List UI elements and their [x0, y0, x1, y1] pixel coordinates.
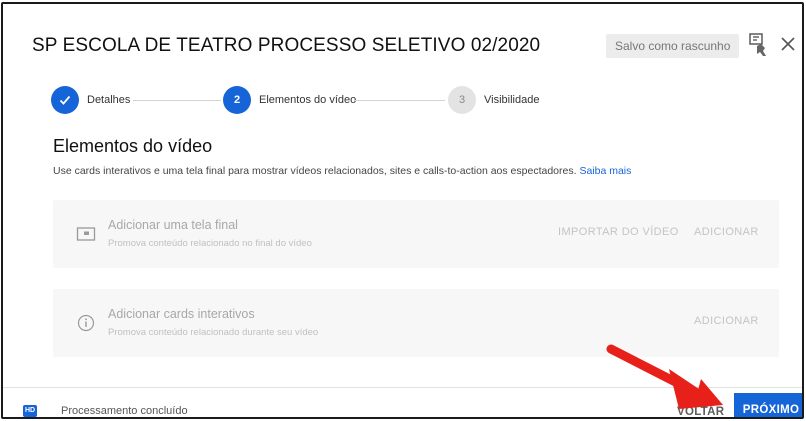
- interactive-cards-card: Adicionar cards interativos Promova cont…: [53, 289, 779, 357]
- description-text: Use cards interativos e uma tela final p…: [53, 165, 577, 177]
- interactive-cards-title: Adicionar cards interativos: [108, 307, 255, 321]
- step-connector: [133, 100, 221, 101]
- back-button[interactable]: VOLTAR: [671, 397, 730, 417]
- step-connector: [355, 100, 445, 101]
- end-screen-title: Adicionar uma tela final: [108, 218, 238, 232]
- step-visibility-circle[interactable]: 3: [448, 86, 476, 114]
- processing-status: Processamento concluído: [61, 405, 188, 417]
- feedback-icon[interactable]: [748, 32, 770, 58]
- section-description: Use cards interativos e uma tela final p…: [53, 165, 631, 177]
- import-from-video-button[interactable]: IMPORTAR DO VÍDEO: [558, 226, 679, 238]
- end-screen-icon: [76, 227, 96, 241]
- dialog-header: SP ESCOLA DE TEATRO PROCESSO SELETIVO 02…: [3, 4, 802, 82]
- add-interactive-cards-button[interactable]: ADICIONAR: [694, 315, 759, 327]
- upload-stepper: Detalhes 2 Elementos do vídeo 3 Visibili…: [3, 82, 802, 122]
- step-details-label[interactable]: Detalhes: [87, 94, 130, 106]
- footer-divider: [3, 387, 802, 388]
- draft-status-badge: Salvo como rascunho: [606, 34, 740, 58]
- check-icon: [59, 95, 71, 105]
- next-button[interactable]: PRÓXIMO: [734, 393, 802, 417]
- section-title: Elementos do vídeo: [53, 136, 213, 156]
- learn-more-link[interactable]: Saiba mais: [579, 165, 631, 177]
- dialog-title: SP ESCOLA DE TEATRO PROCESSO SELETIVO 02…: [32, 35, 541, 56]
- step-details-circle[interactable]: [51, 86, 79, 114]
- step-visibility-label[interactable]: Visibilidade: [484, 94, 539, 106]
- end-screen-card: Adicionar uma tela final Promova conteúd…: [53, 200, 779, 268]
- step-video-elements-circle[interactable]: 2: [223, 86, 251, 114]
- add-end-screen-button[interactable]: ADICIONAR: [694, 226, 759, 238]
- step-video-elements-label[interactable]: Elementos do vídeo: [259, 94, 356, 106]
- upload-dialog: SP ESCOLA DE TEATRO PROCESSO SELETIVO 02…: [1, 2, 804, 419]
- hd-icon: HD: [23, 405, 37, 417]
- info-icon: [77, 314, 95, 332]
- close-icon[interactable]: [778, 34, 798, 54]
- end-screen-subtitle: Promova conteúdo relacionado no final do…: [108, 238, 312, 249]
- interactive-cards-subtitle: Promova conteúdo relacionado durante seu…: [108, 327, 319, 338]
